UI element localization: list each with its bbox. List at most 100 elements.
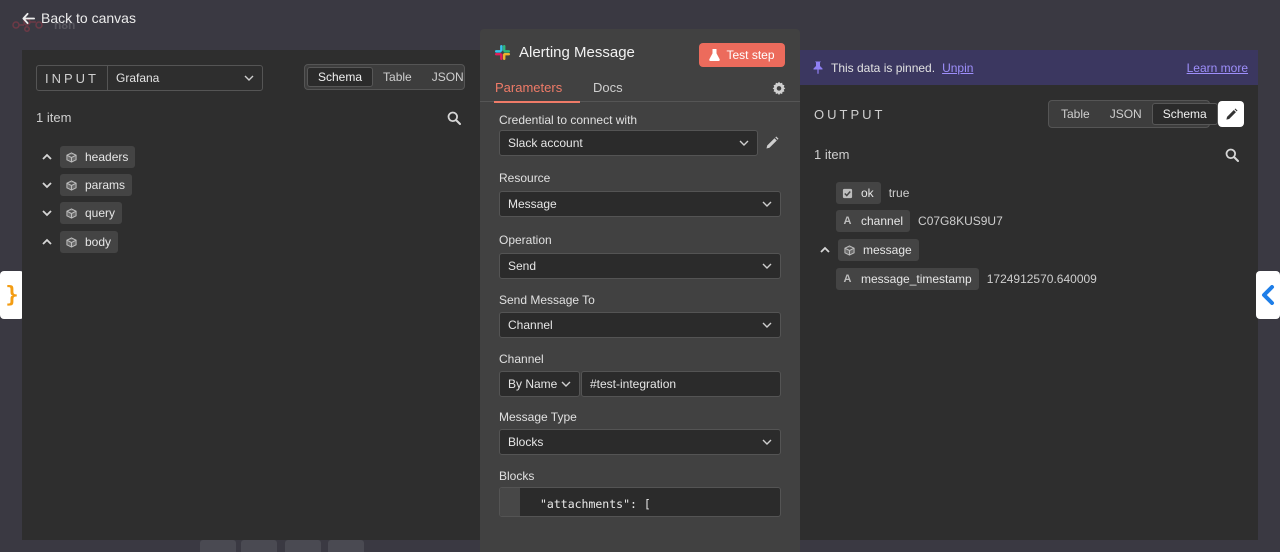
output-title: OUTPUT (814, 107, 886, 122)
field-name: channel (861, 214, 904, 228)
message-type-label: Message Type (499, 410, 577, 424)
node-parameters-panel: Alerting Message Test step Parameters Do… (480, 29, 800, 552)
pin-icon (813, 61, 823, 74)
input-panel: INPUT Grafana Schema Table JSON 1 item h… (22, 50, 480, 540)
back-to-canvas-link[interactable]: Back to canvas (22, 10, 136, 26)
string-type-icon: A (843, 215, 852, 227)
input-view-switcher: Schema Table JSON (304, 64, 465, 90)
operation-label: Operation (499, 233, 552, 247)
chevron-down-icon (762, 439, 772, 445)
field-pill: A channel (836, 210, 911, 232)
next-node-tab[interactable] (1256, 271, 1280, 319)
field-value: 1724912570.640009 (986, 272, 1097, 286)
output-search-icon[interactable] (1225, 148, 1239, 162)
chevron-up-icon[interactable] (42, 237, 52, 247)
credential-label: Credential to connect with (499, 113, 638, 127)
curly-brace-icon: } (5, 282, 19, 308)
resource-select[interactable]: Message (499, 191, 781, 217)
send-to-label: Send Message To (499, 293, 595, 307)
send-to-value: Channel (508, 318, 553, 332)
blocks-code-editor[interactable]: "attachments": [ (499, 487, 781, 517)
zoom-out-button[interactable] (285, 540, 321, 552)
chevron-down-icon[interactable] (42, 208, 52, 218)
chevron-down-icon (244, 75, 254, 81)
output-view-switcher: Table JSON Schema (1048, 100, 1218, 128)
output-tab-table[interactable]: Table (1051, 103, 1100, 125)
input-node-select[interactable]: INPUT Grafana (36, 65, 263, 91)
output-field-ok[interactable]: ok true (836, 182, 909, 204)
gear-icon[interactable] (772, 81, 786, 95)
tab-docs[interactable]: Docs (593, 80, 623, 95)
send-to-select[interactable]: Channel (499, 312, 781, 338)
input-field-params[interactable]: params (42, 174, 133, 196)
input-tab-table[interactable]: Table (373, 67, 422, 87)
message-type-select[interactable]: Blocks (499, 429, 781, 455)
tab-parameters[interactable]: Parameters (495, 80, 562, 95)
channel-mode-select[interactable]: By Name (499, 371, 580, 397)
field-name: message_timestamp (861, 272, 972, 286)
chevron-down-icon (561, 381, 571, 387)
chevron-down-icon[interactable] (42, 180, 52, 190)
output-tab-schema[interactable]: Schema (1151, 103, 1218, 125)
zoom-in-button[interactable] (241, 540, 277, 552)
chevron-up-icon[interactable] (42, 152, 52, 162)
credential-select[interactable]: Slack account (499, 130, 758, 156)
checkbox-icon (842, 188, 853, 198)
active-tab-indicator (494, 101, 580, 103)
chevron-up-icon[interactable] (820, 245, 830, 255)
edit-output-button[interactable] (1218, 101, 1244, 127)
field-pill: A message_timestamp (836, 268, 979, 290)
flask-icon (709, 49, 721, 61)
back-to-canvas-label: Back to canvas (41, 10, 136, 26)
input-field-query[interactable]: query (42, 202, 123, 224)
field-name: query (85, 206, 116, 220)
input-tab-schema[interactable]: Schema (307, 67, 374, 87)
arrow-left-icon (22, 12, 35, 24)
output-field-message[interactable]: message (820, 239, 919, 261)
field-name: headers (85, 150, 129, 164)
operation-select[interactable]: Send (499, 253, 781, 279)
edit-credential-icon[interactable] (765, 136, 779, 150)
field-pill: message (838, 239, 919, 261)
output-field-channel[interactable]: A channel C07G8KUS9U7 (836, 210, 1003, 232)
field-name: params (85, 178, 126, 192)
node-title[interactable]: Alerting Message (519, 44, 635, 61)
code-line: "attachments": [ (540, 497, 651, 511)
pinned-text: This data is pinned. (831, 60, 936, 75)
input-item-count: 1 item (36, 110, 72, 125)
chevron-down-icon (762, 263, 772, 269)
input-tab-json[interactable]: JSON (422, 67, 474, 87)
learn-more-link[interactable]: Learn more (1187, 61, 1248, 75)
test-step-button[interactable]: Test step (699, 43, 785, 67)
chevron-down-icon (762, 322, 772, 328)
zoom-to-fit-button[interactable] (200, 540, 236, 552)
slack-icon (494, 44, 511, 61)
output-tab-json[interactable]: JSON (1100, 103, 1152, 125)
field-pill: query (60, 202, 123, 224)
field-value: C07G8KUS9U7 (918, 214, 1003, 228)
channel-mode-value: By Name (508, 377, 558, 391)
field-pill: params (60, 174, 133, 196)
input-field-body[interactable]: body (42, 231, 119, 253)
chevron-down-icon (762, 201, 772, 207)
input-field-headers[interactable]: headers (42, 146, 136, 168)
node-tabs: Parameters Docs (480, 78, 800, 103)
cube-icon (66, 151, 77, 163)
resource-label: Resource (499, 171, 551, 185)
reset-zoom-button[interactable] (328, 540, 364, 552)
chevron-left-icon (1262, 285, 1274, 305)
pinned-data-banner: This data is pinned. Unpin Learn more (800, 50, 1258, 85)
credential-value: Slack account (508, 136, 583, 150)
message-type-value: Blocks (508, 435, 544, 449)
code-gutter (500, 488, 520, 516)
test-step-label: Test step (726, 48, 775, 62)
output-panel: This data is pinned. Unpin Learn more OU… (800, 50, 1258, 540)
output-item-count: 1 item (814, 147, 850, 162)
input-search-icon[interactable] (447, 111, 461, 125)
unpin-link[interactable]: Unpin (942, 61, 973, 75)
previous-node-tab[interactable]: } (0, 271, 24, 319)
field-pill: headers (60, 146, 136, 168)
channel-name-input[interactable]: #test-integration (581, 371, 781, 397)
chevron-down-icon (739, 140, 749, 146)
output-field-message-timestamp[interactable]: A message_timestamp 1724912570.640009 (836, 268, 1097, 290)
